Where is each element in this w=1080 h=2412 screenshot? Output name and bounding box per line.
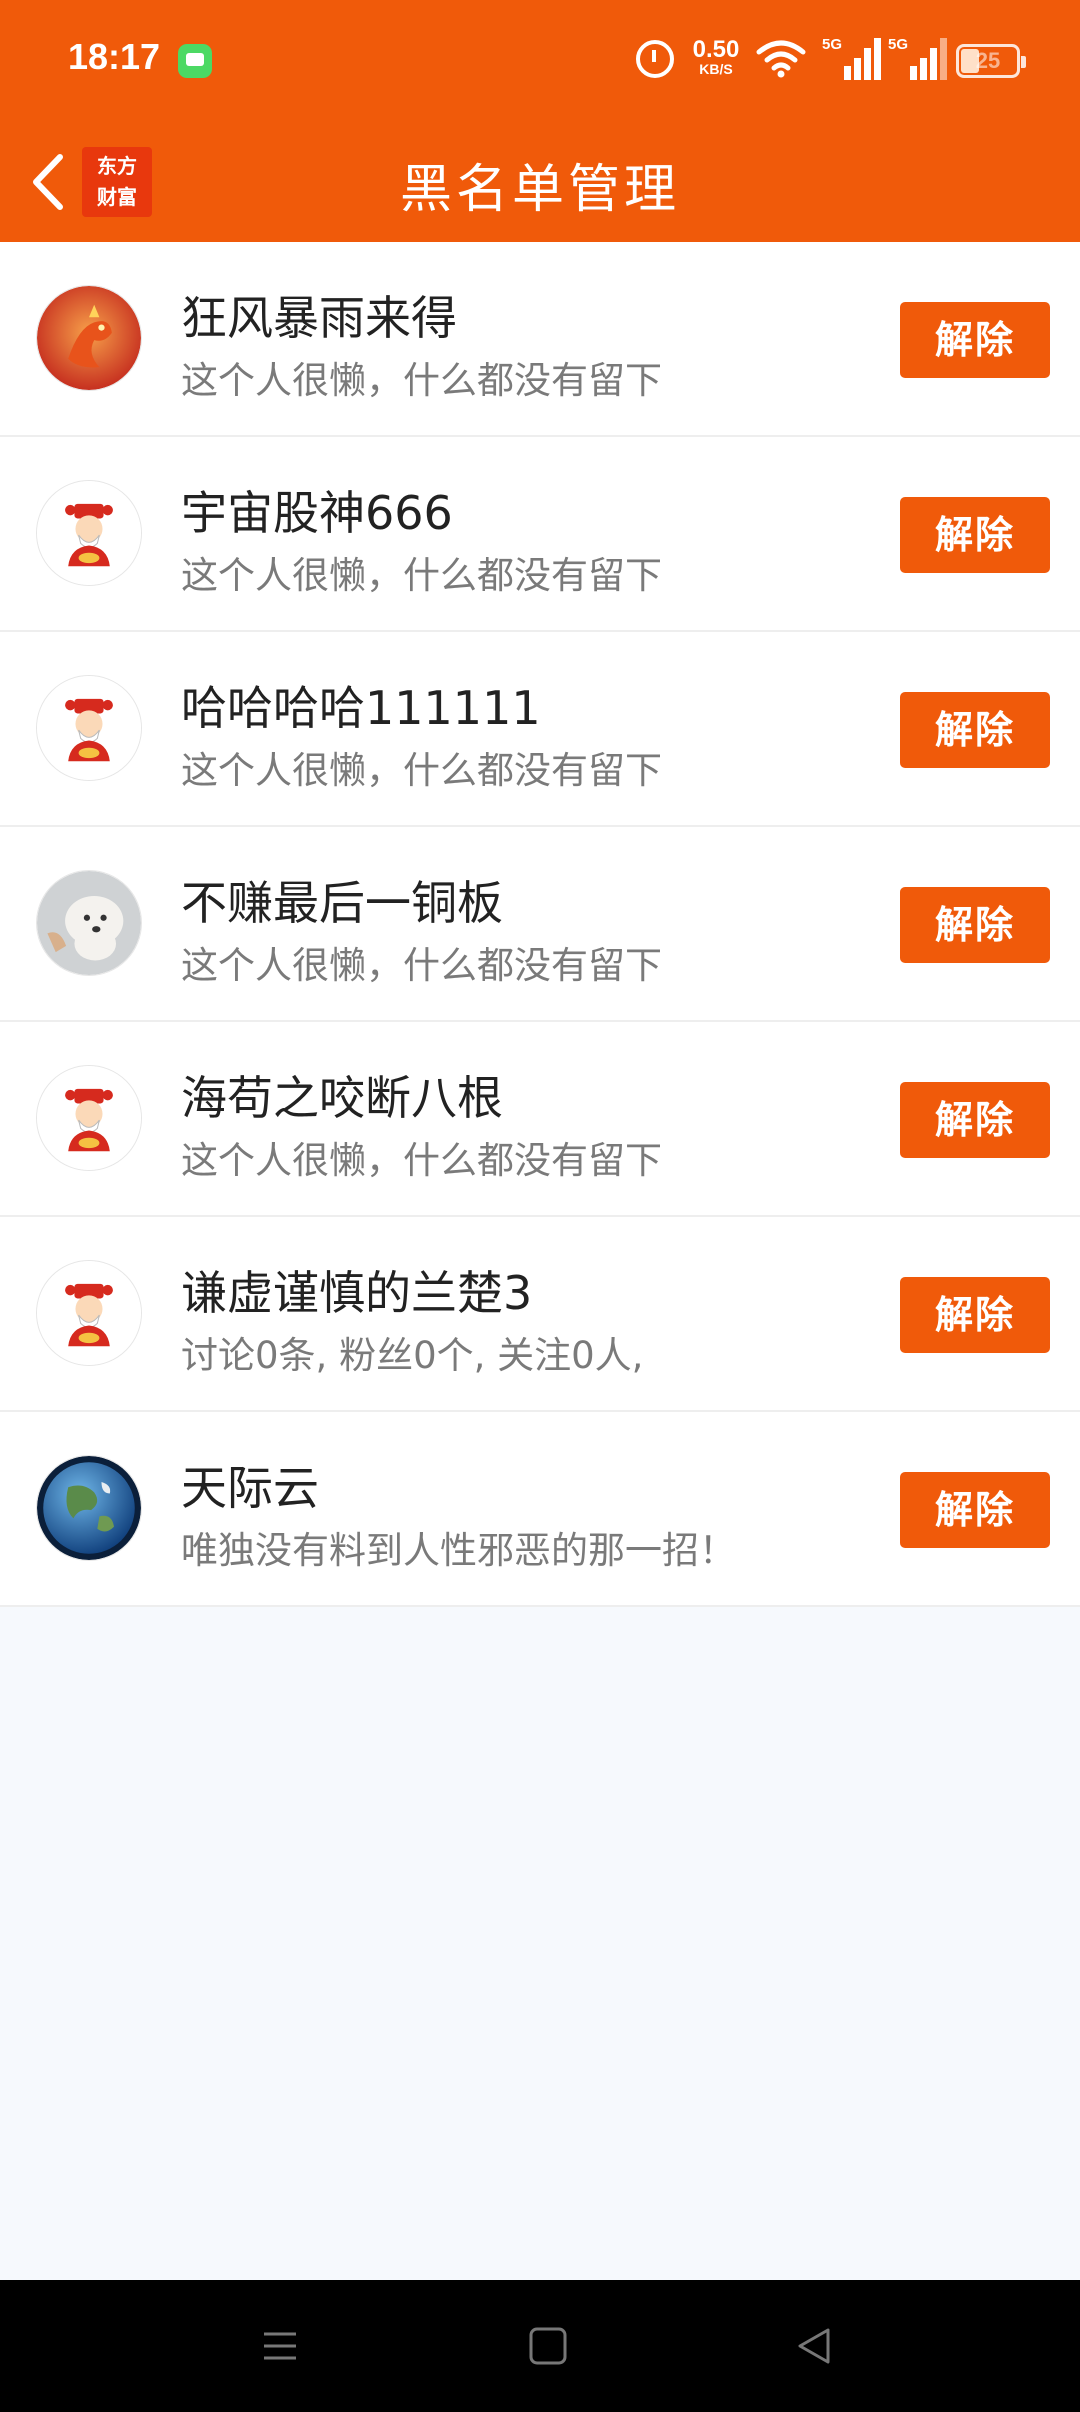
user-name: 不赚最后一铜板	[181, 876, 503, 930]
battery-icon: 25	[956, 44, 1026, 78]
fortune-god-avatar[interactable]	[36, 1065, 142, 1171]
dog-avatar[interactable]	[36, 870, 142, 976]
user-description: 这个人很懒，什么都没有留下	[181, 554, 662, 597]
navigation-bar: 东方 财富 黑名单管理	[0, 125, 1080, 242]
alarm-icon	[636, 40, 674, 78]
blacklist-row[interactable]: 狂风暴雨来得这个人很懒，什么都没有留下 解除	[0, 242, 1080, 437]
signal-1-label: 5G	[822, 36, 843, 53]
dragon-avatar[interactable]	[36, 285, 142, 391]
user-name: 谦虚谨慎的兰楚3	[181, 1266, 533, 1320]
app-header: 18:17 0.50 KB/S 5G 5G 25 东方 财富 黑名单管理	[0, 0, 1080, 242]
home-icon[interactable]	[526, 2324, 570, 2368]
user-name: 天际云	[181, 1461, 319, 1515]
message-notification-icon	[178, 44, 212, 78]
user-name: 宇宙股神666	[181, 486, 453, 540]
status-bar: 18:17 0.50 KB/S 5G 5G 25	[0, 0, 1080, 125]
blacklist-row[interactable]: 哈哈哈哈111111 这个人很懒，什么都没有留下 解除	[0, 632, 1080, 827]
blacklist-list: 狂风暴雨来得 这个人很懒，什么都没有留下 解除 宇宙股神666 这个人很懒，什么都没有留…	[0, 242, 1080, 1607]
remove-from-blacklist-button[interactable]: 解除	[900, 887, 1050, 963]
blacklist-row[interactable]: 宇宙股神666 这个人很懒，什么都没有留下 解除	[0, 437, 1080, 632]
system-navigation-bar	[0, 2280, 1080, 2412]
earth-avatar[interactable]	[36, 1455, 142, 1561]
user-name: 哈哈哈哈111111	[181, 681, 541, 735]
remove-from-blacklist-button[interactable]: 解除	[900, 1082, 1050, 1158]
remove-from-blacklist-button[interactable]: 解除	[900, 1472, 1050, 1548]
fortune-god-avatar[interactable]	[36, 1260, 142, 1366]
user-description: 这个人很懒，什么都没有留下	[181, 359, 662, 402]
back-icon[interactable]	[792, 2324, 836, 2368]
remove-from-blacklist-button[interactable]: 解除	[900, 692, 1050, 768]
user-description: 这个人很懒，什么都没有留下	[181, 749, 662, 792]
battery-level: 25	[975, 48, 1001, 73]
signal-2-label: 5G	[888, 36, 909, 53]
blacklist-row[interactable]: 海苟之咬断八根这个人很懒，什么都没有留下 解除	[0, 1022, 1080, 1217]
user-description: 这个人很懒，什么都没有留下	[181, 1139, 662, 1182]
remove-from-blacklist-button[interactable]: 解除	[900, 497, 1050, 573]
user-description: 讨论0条, 粉丝0个, 关注0人,	[181, 1334, 644, 1377]
fortune-god-avatar[interactable]	[36, 480, 142, 586]
user-description: 唯独没有料到人性邪恶的那一招！	[181, 1529, 736, 1572]
blacklist-row[interactable]: 天际云唯独没有料到人性邪恶的那一招！ 解除	[0, 1412, 1080, 1607]
page-title: 黑名单管理	[399, 160, 680, 220]
remove-from-blacklist-button[interactable]: 解除	[900, 1277, 1050, 1353]
user-name: 狂风暴雨来得	[181, 291, 457, 345]
fortune-god-avatar[interactable]	[36, 675, 142, 781]
menu-icon[interactable]	[258, 2324, 302, 2368]
network-speed-value: 0.50	[692, 36, 740, 63]
user-name: 海苟之咬断八根	[181, 1071, 503, 1125]
blacklist-row[interactable]: 不赚最后一铜板这个人很懒，什么都没有留下 解除	[0, 827, 1080, 1022]
remove-from-blacklist-button[interactable]: 解除	[900, 302, 1050, 378]
blacklist-row[interactable]: 谦虚谨慎的兰楚3 讨论0条, 粉丝0个, 关注0人, 解除	[0, 1217, 1080, 1412]
network-speed-unit: KB/S	[699, 61, 733, 77]
cellular-signal-2-icon: 5G	[888, 36, 947, 80]
user-description: 这个人很懒，什么都没有留下	[181, 944, 662, 987]
cellular-signal-1-icon: 5G	[822, 36, 881, 80]
status-time: 18:17	[68, 36, 161, 77]
network-speed: 0.50 KB/S	[686, 36, 746, 77]
wifi-icon	[756, 40, 806, 78]
